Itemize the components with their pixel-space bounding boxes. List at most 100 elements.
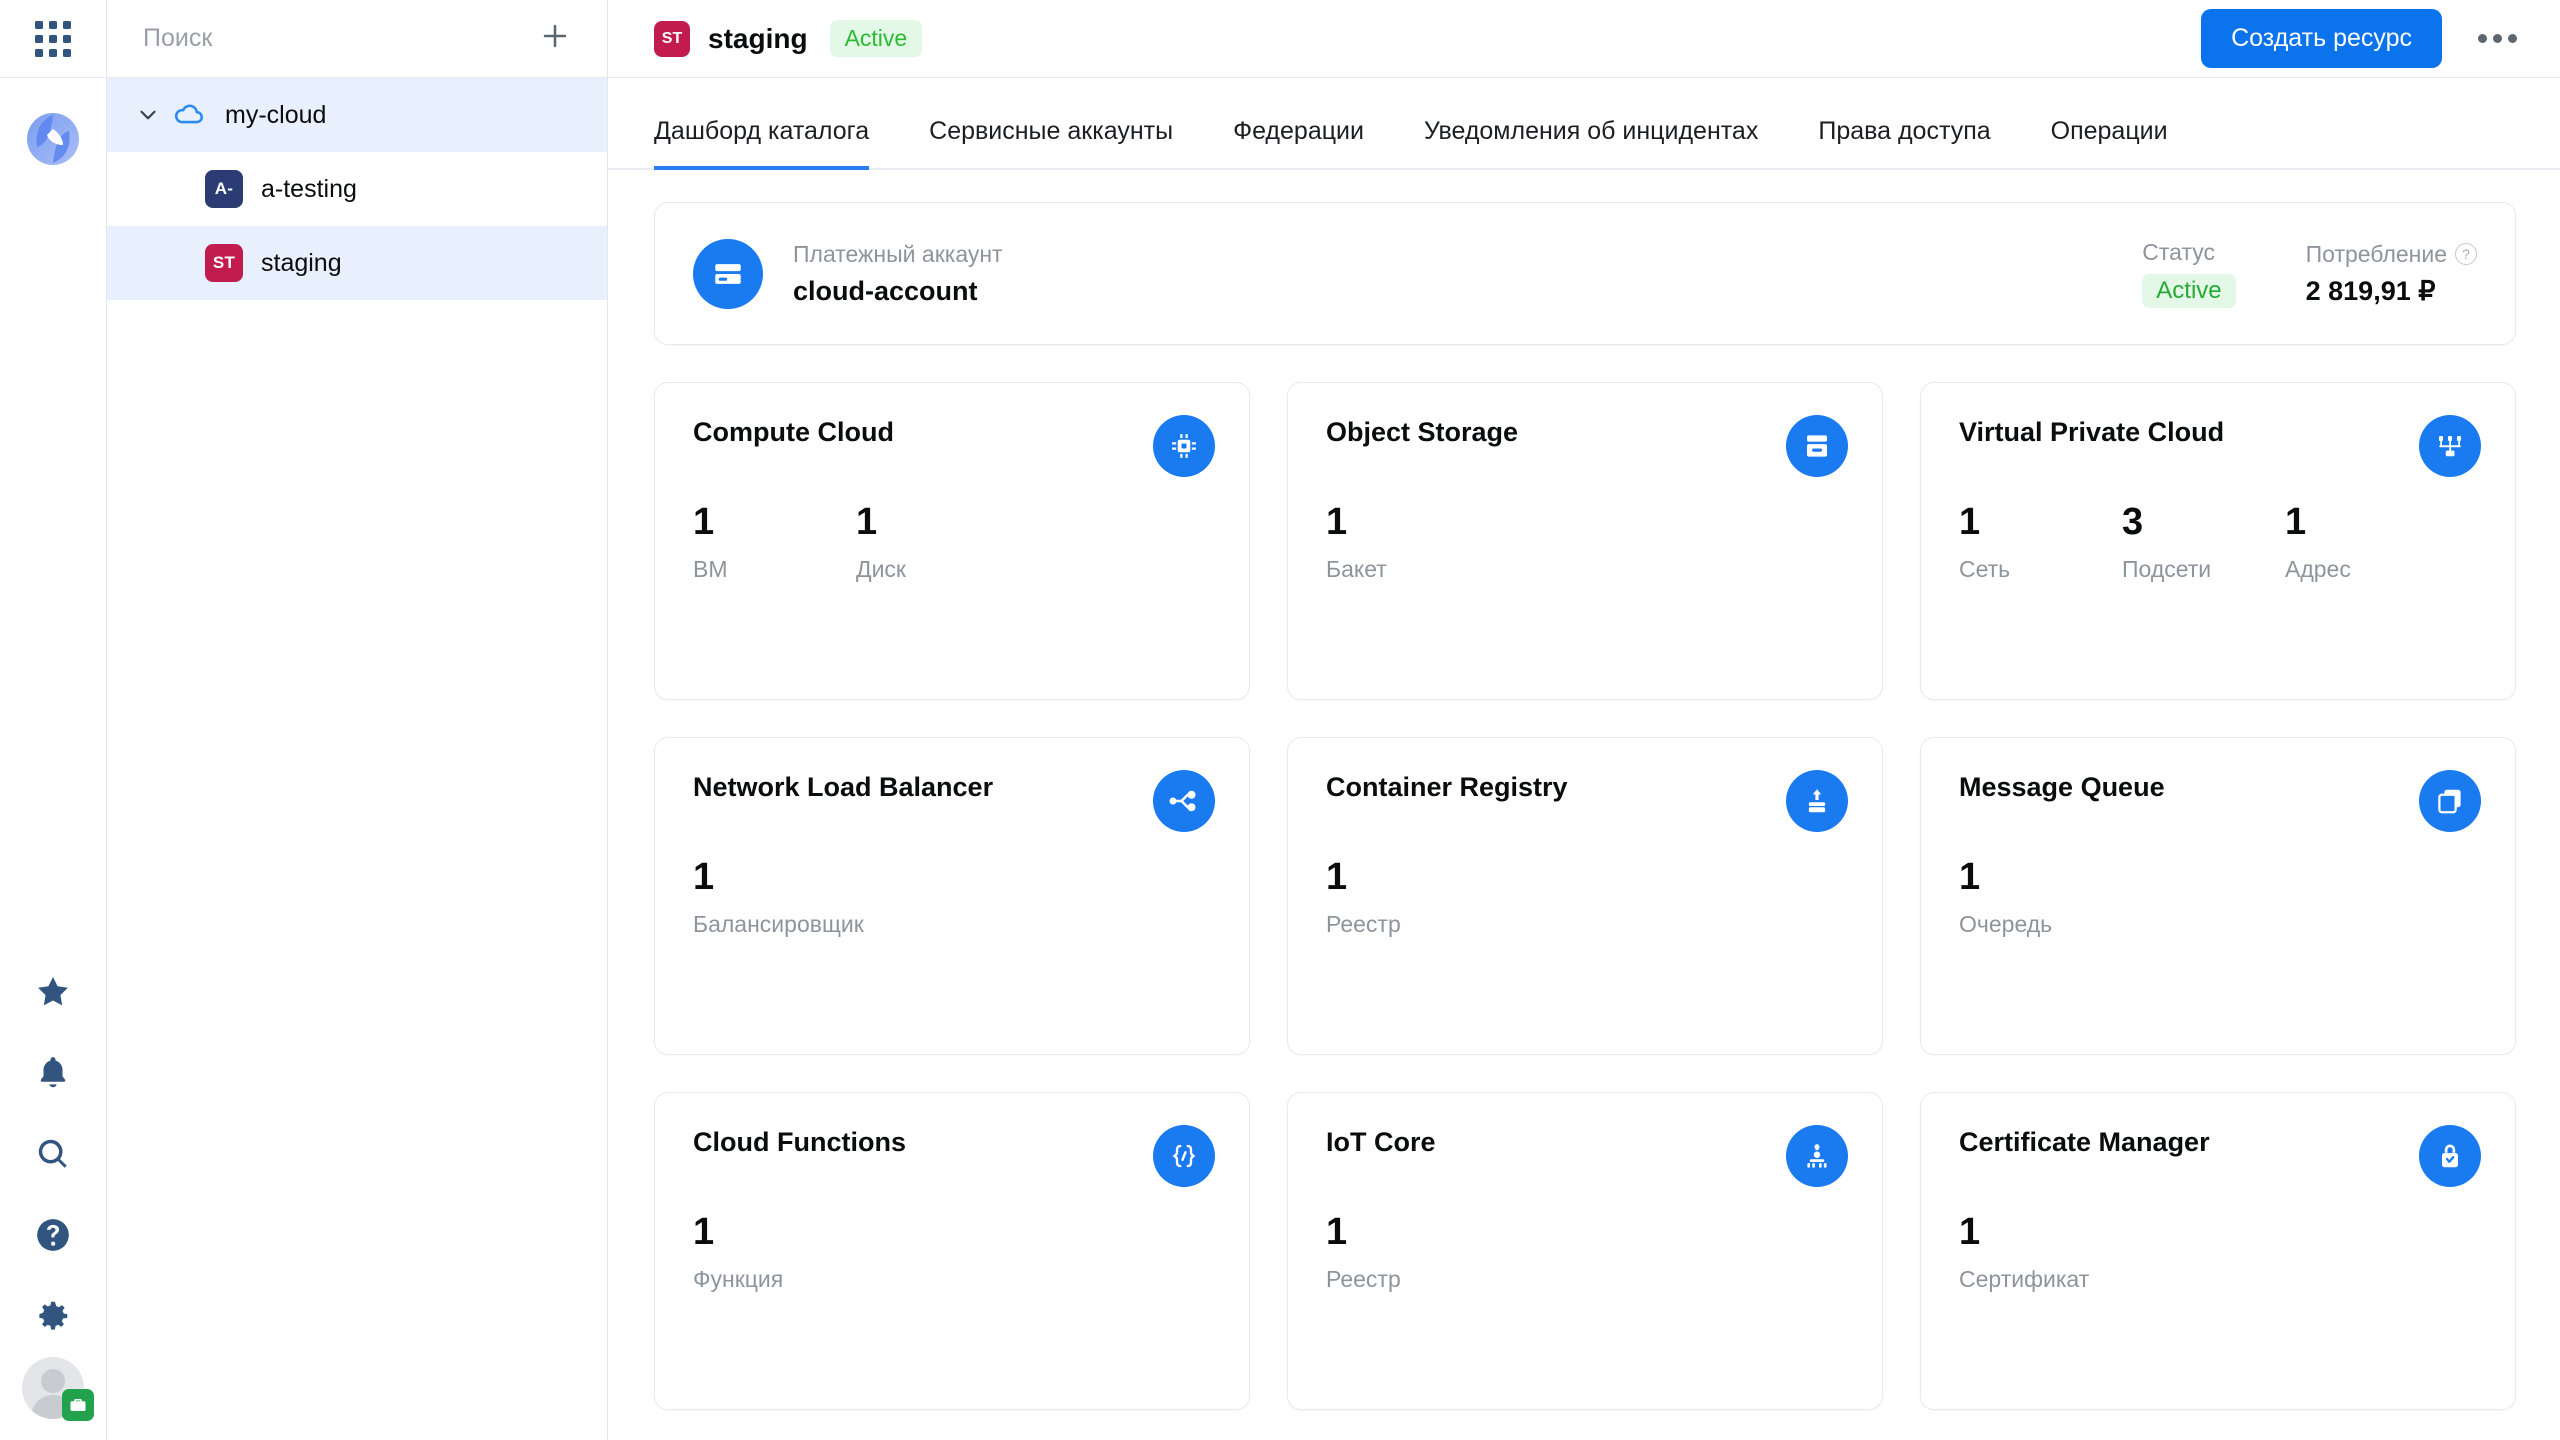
stat-label: Подсети: [2122, 555, 2212, 582]
service-card-title: Message Queue: [1959, 772, 2165, 802]
avatar-head: [41, 1368, 65, 1393]
chevron-down-icon[interactable]: [131, 98, 165, 132]
tabs-bar: Дашборд каталога Сервисные аккаунты Феде…: [608, 78, 2560, 170]
stat-label: Очередь: [1959, 910, 2053, 937]
service-card-stats: 1 Функция: [693, 1211, 1211, 1293]
stat-label: Диск: [856, 555, 906, 582]
service-card-title: Network Load Balancer: [693, 772, 994, 802]
add-folder-button[interactable]: [531, 15, 579, 63]
stat-item: 1 Сертификат: [1959, 1211, 2122, 1293]
service-card-object-storage[interactable]: Object Storage 1 Бакет: [1287, 382, 1883, 700]
cloud-tree-panel: my-cloud A- a-testing ST staging: [107, 0, 608, 1440]
tab-federations[interactable]: Федерации: [1233, 117, 1364, 168]
tab-operations[interactable]: Операции: [2051, 117, 2168, 168]
billing-consumption-label: Потребление ?: [2306, 241, 2477, 268]
stat-item: 1 Сеть: [1959, 501, 2122, 583]
question-circle-icon: [34, 1216, 72, 1259]
rail-item-favorites[interactable]: [0, 954, 106, 1035]
service-card-stats: 1 ВМ 1 Диск: [693, 501, 1211, 583]
star-icon: [34, 973, 72, 1016]
service-card-message-queue[interactable]: Message Queue 1 Очередь: [1920, 737, 2516, 1055]
stat-item: 1 Очередь: [1959, 856, 2122, 938]
stat-value: 3: [2122, 501, 2144, 543]
apps-grid-button[interactable]: [0, 0, 106, 78]
message-queue-icon: [2419, 770, 2481, 832]
service-card-stats: 1 Сеть 3 Подсети 1 Адрес: [1959, 501, 2477, 583]
tab-service-accounts[interactable]: Сервисные аккаунты: [929, 117, 1173, 168]
bell-icon: [34, 1054, 72, 1097]
service-card-network-load-balancer[interactable]: Network Load Balancer 1 Балансировщик: [654, 737, 1250, 1055]
page-header: ST staging Active Создать ресурс: [608, 0, 2560, 78]
stat-item: 1 Реестр: [1326, 1211, 1489, 1293]
tree-node-my-cloud[interactable]: my-cloud: [107, 78, 607, 152]
stat-item: 1 Функция: [693, 1211, 856, 1293]
service-card-iot-core[interactable]: IoT Core 1 Реестр: [1287, 1092, 1883, 1410]
cloud-logo-icon[interactable]: [25, 111, 81, 167]
service-card-container-registry[interactable]: Container Registry 1 Реестр: [1287, 737, 1883, 1055]
tree-node-a-testing[interactable]: A- a-testing: [107, 152, 607, 226]
stat-label: Реестр: [1326, 1265, 1401, 1292]
rail-item-profile[interactable]: [0, 1356, 106, 1440]
service-card-stats: 1 Балансировщик: [693, 856, 1211, 938]
stat-label: Сертификат: [1959, 1265, 2090, 1292]
search-icon: [34, 1135, 72, 1178]
briefcase-icon: [62, 1388, 94, 1421]
service-card-virtual-private-cloud[interactable]: Virtual Private Cloud 1 Сеть 3 Подсети 1…: [1920, 382, 2516, 700]
service-card-stats: 1 Очередь: [1959, 856, 2477, 938]
stat-label: Балансировщик: [693, 910, 864, 937]
service-card-title: Cloud Functions: [693, 1127, 906, 1157]
stat-value: 1: [693, 501, 715, 543]
create-resource-button[interactable]: Создать ресурс: [2201, 9, 2442, 68]
service-card-title: Certificate Manager: [1959, 1127, 2210, 1157]
billing-consumption-value: 2 819,91 ₽: [2305, 275, 2436, 306]
gear-icon: [34, 1297, 72, 1340]
more-actions-button[interactable]: [2468, 10, 2526, 68]
storage-bucket-icon: [1786, 415, 1848, 477]
service-card-cloud-functions[interactable]: Cloud Functions 1 Функция: [654, 1092, 1250, 1410]
stat-value: 1: [1326, 501, 1348, 543]
stat-value: 1: [693, 1211, 715, 1253]
stat-item: 1 ВМ: [693, 501, 856, 583]
billing-consumption-label-text: Потребление: [2305, 240, 2447, 267]
rail-item-help[interactable]: [0, 1197, 106, 1278]
service-card-title: IoT Core: [1326, 1127, 1436, 1157]
tab-access-rights[interactable]: Права доступа: [1818, 117, 1990, 168]
stat-item: 1 Диск: [856, 501, 1019, 583]
service-card-stats: 1 Реестр: [1326, 856, 1844, 938]
folder-badge-icon: A-: [205, 170, 243, 208]
billing-account-name: cloud-account: [793, 275, 978, 306]
page-title: staging: [708, 22, 808, 54]
stat-label: ВМ: [693, 555, 728, 582]
question-mark-icon[interactable]: ?: [2455, 243, 2477, 265]
tab-catalog-dashboard[interactable]: Дашборд каталога: [654, 117, 870, 170]
billing-account-card[interactable]: Платежный аккаунт cloud-account Статус A…: [654, 202, 2516, 345]
stat-item: 1 Реестр: [1326, 856, 1489, 938]
avatar[interactable]: [22, 1356, 94, 1421]
grid-apps-icon: [35, 20, 71, 57]
stat-value: 1: [1326, 856, 1348, 898]
service-card-compute-cloud[interactable]: Compute Cloud 1 ВМ 1 Диск: [654, 382, 1250, 700]
stat-value: 1: [1959, 856, 1981, 898]
search-input[interactable]: [143, 24, 531, 53]
rail-item-search[interactable]: [0, 1116, 106, 1197]
folder-badge-icon: ST: [654, 20, 690, 57]
tree-node-label: a-testing: [261, 174, 357, 203]
credit-card-icon: [693, 238, 763, 309]
billing-status-column: Статус Active: [2142, 239, 2236, 308]
container-registry-icon: [1786, 770, 1848, 832]
iot-core-icon: [1786, 1125, 1848, 1187]
service-card-certificate-manager[interactable]: Certificate Manager 1 Сертификат: [1920, 1092, 2516, 1410]
stat-label: Адрес: [2285, 555, 2351, 582]
tree-node-staging[interactable]: ST staging: [107, 226, 607, 300]
tab-incident-notifications[interactable]: Уведомления об инцидентах: [1424, 117, 1758, 168]
stat-value: 1: [1959, 1211, 1981, 1253]
rail-item-settings[interactable]: [0, 1278, 106, 1359]
tree-node-label: my-cloud: [225, 100, 327, 129]
rail-item-notifications[interactable]: [0, 1035, 106, 1116]
chip-icon: [1153, 415, 1215, 477]
stat-value: 1: [1959, 501, 1981, 543]
service-card-title: Object Storage: [1326, 417, 1519, 447]
tree-node-label: staging: [261, 248, 342, 277]
folder-badge-icon: ST: [205, 244, 243, 282]
stat-item: 1 Балансировщик: [693, 856, 864, 938]
